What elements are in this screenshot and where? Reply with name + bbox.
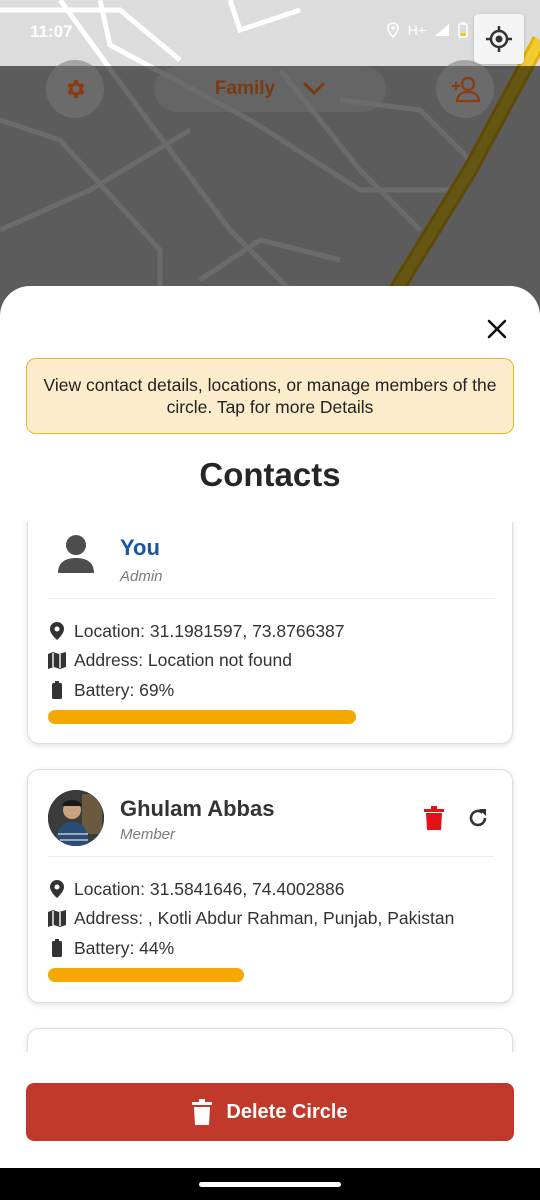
- refresh-icon: [469, 809, 487, 827]
- info-banner[interactable]: View contact details, locations, or mana…: [26, 358, 514, 434]
- settings-icon: [67, 80, 85, 98]
- address-text: Address: Location not found: [74, 649, 292, 670]
- delete-circle-label: Delete Circle: [226, 1100, 348, 1123]
- status-icons: H+: [386, 22, 468, 38]
- battery-icon: [52, 939, 62, 957]
- battery-status-icon: [458, 22, 468, 38]
- contact-role: Admin: [120, 568, 163, 585]
- divider: [48, 856, 494, 857]
- avatar: [48, 525, 104, 581]
- battery-bar: [48, 710, 494, 724]
- home-indicator[interactable]: [199, 1182, 341, 1187]
- delete-circle-button[interactable]: Delete Circle: [26, 1083, 514, 1141]
- info-banner-text: View contact details, locations, or mana…: [43, 375, 497, 417]
- profile-photo: [48, 790, 104, 846]
- battery-bar-fill: [48, 968, 245, 982]
- contact-card[interactable]: You Admin Location: 31.1981597, 73.87663…: [27, 522, 513, 744]
- close-icon: [487, 319, 507, 339]
- refresh-button[interactable]: [464, 804, 492, 832]
- location-pin-icon: [50, 880, 64, 898]
- location-status-icon: [386, 22, 399, 38]
- signal-icon: [435, 24, 449, 36]
- status-time: 11:07: [30, 22, 73, 41]
- battery-icon: [52, 681, 62, 699]
- add-person-icon: [452, 76, 480, 103]
- network-type-label: H+: [407, 22, 426, 38]
- battery-row: Battery: 44%: [48, 936, 174, 960]
- battery-row: Battery: 69%: [48, 678, 174, 702]
- my-location-icon: [486, 26, 512, 52]
- location-text: Location: 31.1981597, 73.8766387: [74, 620, 345, 641]
- circle-name: Family: [214, 78, 276, 99]
- circle-selector[interactable]: Family: [154, 66, 386, 112]
- map-icon: [48, 651, 66, 669]
- trash-icon: [424, 806, 444, 830]
- battery-text: Battery: 44%: [74, 937, 175, 958]
- close-button[interactable]: [480, 312, 514, 346]
- contacts-list[interactable]: You Admin Location: 31.1981597, 73.87663…: [0, 522, 540, 1052]
- address-row: Address: Location not found: [48, 648, 292, 672]
- map-icon: [48, 909, 66, 927]
- my-location-button[interactable]: [474, 14, 524, 64]
- contact-card[interactable]: Ghulam Abbas Member Location: 31.5841646…: [27, 769, 513, 1003]
- location-row: Location: 31.1981597, 73.8766387: [48, 619, 345, 643]
- status-bar: 11:07 H+: [0, 0, 540, 66]
- person-icon: [58, 535, 94, 573]
- divider: [48, 598, 494, 599]
- add-member-button[interactable]: [436, 60, 494, 118]
- contact-name: Ghulam Abbas: [120, 796, 275, 821]
- settings-button[interactable]: [46, 60, 104, 118]
- contact-card[interactable]: [27, 1028, 513, 1052]
- contacts-sheet: View contact details, locations, or mana…: [0, 286, 540, 1168]
- sheet-title: Contacts: [199, 456, 341, 493]
- location-text: Location: 31.5841646, 74.4002886: [74, 878, 345, 899]
- trash-icon: [192, 1099, 213, 1125]
- location-pin-icon: [50, 622, 64, 640]
- contact-role: Member: [120, 826, 176, 843]
- chevron-down-icon: [303, 82, 325, 96]
- battery-text: Battery: 69%: [74, 679, 175, 700]
- navigation-bar: [0, 1168, 540, 1200]
- battery-bar-fill: [48, 710, 356, 724]
- address-text: Address: , Kotli Abdur Rahman, Punjab, P…: [74, 907, 455, 928]
- battery-bar: [48, 968, 494, 982]
- contact-name: You: [120, 535, 160, 560]
- avatar: [48, 790, 104, 846]
- delete-member-button[interactable]: [420, 804, 448, 832]
- address-row: Address: , Kotli Abdur Rahman, Punjab, P…: [48, 906, 454, 930]
- location-row: Location: 31.5841646, 74.4002886: [48, 877, 345, 901]
